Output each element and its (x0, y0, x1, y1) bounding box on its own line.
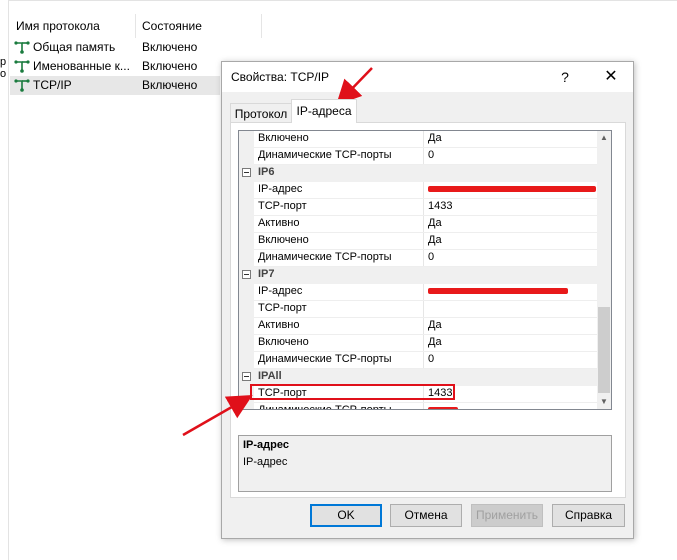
window-top-border (0, 0, 677, 1)
property-key: Включено (258, 132, 309, 144)
help-button[interactable]: Справка (552, 504, 625, 527)
apply-button[interactable]: Применить (471, 504, 543, 527)
protocol-name: Именованные к... (33, 59, 130, 73)
property-key: Включено (258, 336, 309, 348)
column-divider (423, 131, 424, 148)
network-protocol-icon (14, 60, 30, 73)
edge-text-fragment: р (0, 56, 7, 68)
property-grid: Включено Да Динамические TCP-порты 0 IP6 IP-а… (238, 130, 612, 410)
property-row[interactable]: Динамические TCP-порты 0 (239, 352, 597, 369)
scroll-down-arrow-icon[interactable]: ▼ (597, 395, 611, 409)
property-row[interactable]: TCP-порт (239, 301, 597, 318)
property-row[interactable]: Активно Да (239, 216, 597, 233)
help-titlebar-button[interactable]: ? (552, 65, 578, 89)
property-key: Динамические TCP-порты (258, 149, 392, 161)
property-category-ip7[interactable]: IP7 (239, 267, 597, 284)
cancel-button[interactable]: Отмена (390, 504, 462, 527)
column-header-protocol-name[interactable]: Имя протокола (10, 14, 136, 38)
property-row[interactable]: Включено Да (239, 335, 597, 352)
category-name: IP6 (258, 166, 275, 178)
property-value[interactable]: Да (428, 132, 442, 144)
property-row[interactable]: Активно Да (239, 318, 597, 335)
property-row[interactable]: TCP-порт 1433 (239, 199, 597, 216)
edge-text-fragment: о (0, 68, 7, 80)
property-key: IP-адрес (258, 285, 303, 297)
column-divider (423, 199, 424, 216)
column-divider (423, 182, 424, 199)
property-key: Включено (258, 234, 309, 246)
pane-splitter[interactable] (8, 0, 9, 560)
property-key: TCP-порт (258, 200, 307, 212)
column-divider (423, 403, 424, 409)
protocol-state: Включено (142, 78, 198, 92)
tab-protocol[interactable]: Протокол (230, 103, 292, 123)
column-divider (423, 301, 424, 318)
column-divider (423, 216, 424, 233)
description-title: IP-адрес (243, 439, 289, 451)
annotation-highlight-box (250, 384, 455, 400)
column-divider (423, 352, 424, 369)
property-key: Активно (258, 319, 300, 331)
column-divider (423, 233, 424, 250)
network-protocol-icon (14, 41, 30, 54)
protocol-state: Включено (142, 40, 198, 54)
ok-button[interactable]: OK (310, 504, 382, 527)
property-value[interactable]: 1433 (428, 200, 452, 212)
property-description-panel: IP-адрес IP-адрес (238, 435, 612, 492)
property-key: Активно (258, 217, 300, 229)
property-value[interactable]: 0 (428, 149, 434, 161)
redacted-value (428, 285, 568, 297)
property-key: Динамические TCP-порты (258, 353, 392, 365)
column-divider (423, 335, 424, 352)
scroll-up-arrow-icon[interactable]: ▲ (597, 131, 611, 145)
dialog-titlebar[interactable]: Свойства: TCP/IP ? ✕ (222, 62, 633, 92)
protocol-row[interactable]: TCP/IP Включено (10, 76, 220, 95)
close-button[interactable]: ✕ (598, 65, 624, 89)
property-row[interactable]: Динамические TCP-порты 0 (239, 250, 597, 267)
property-category-ip6[interactable]: IP6 (239, 165, 597, 182)
left-pane-edge: р о (0, 0, 8, 560)
description-text: IP-адрес (243, 456, 288, 468)
property-row[interactable]: Включено Да (239, 131, 597, 148)
column-divider (423, 284, 424, 301)
property-value[interactable]: Да (428, 217, 442, 229)
property-key: IP-адрес (258, 183, 303, 195)
property-value[interactable]: 0 (428, 251, 434, 263)
protocol-row[interactable]: Именованные к... Включено (10, 57, 220, 76)
protocol-row[interactable]: Общая память Включено (10, 38, 220, 57)
tcpip-properties-dialog: Свойства: TCP/IP ? ✕ Протокол IP-адреса … (221, 61, 634, 539)
property-value[interactable]: Да (428, 319, 442, 331)
protocol-name: TCP/IP (33, 78, 72, 92)
property-value[interactable]: Да (428, 234, 442, 246)
column-divider (423, 318, 424, 335)
property-value[interactable]: Да (428, 336, 442, 348)
property-key: Динамические TCP-порты (258, 251, 392, 263)
dialog-title: Свойства: TCP/IP (231, 70, 330, 84)
property-row[interactable]: Динамические TCP-порты (239, 403, 597, 410)
category-name: IP7 (258, 268, 275, 280)
collapse-icon[interactable] (242, 372, 251, 381)
collapse-icon[interactable] (242, 270, 251, 279)
collapse-icon[interactable] (242, 168, 251, 177)
tab-ip-addresses[interactable]: IP-адреса (291, 99, 357, 123)
redacted-value (428, 404, 458, 409)
column-divider (423, 250, 424, 267)
property-row[interactable]: Динамические TCP-порты 0 (239, 148, 597, 165)
network-protocol-icon (14, 79, 30, 92)
property-row[interactable]: IP-адрес (239, 284, 597, 301)
property-key: Динамические TCP-порты (258, 404, 392, 410)
property-row[interactable]: Включено Да (239, 233, 597, 250)
vertical-scrollbar[interactable]: ▲ ▼ (597, 131, 611, 409)
property-key: TCP-порт (258, 302, 307, 314)
property-value[interactable]: 0 (428, 353, 434, 365)
redacted-value (428, 183, 596, 195)
protocol-state: Включено (142, 59, 198, 73)
property-row[interactable]: IP-адрес (239, 182, 597, 199)
category-name: IPAll (258, 370, 282, 382)
column-divider (423, 148, 424, 165)
column-header-state[interactable]: Состояние (136, 14, 262, 38)
scroll-thumb[interactable] (598, 307, 610, 393)
protocol-name: Общая память (33, 40, 116, 54)
